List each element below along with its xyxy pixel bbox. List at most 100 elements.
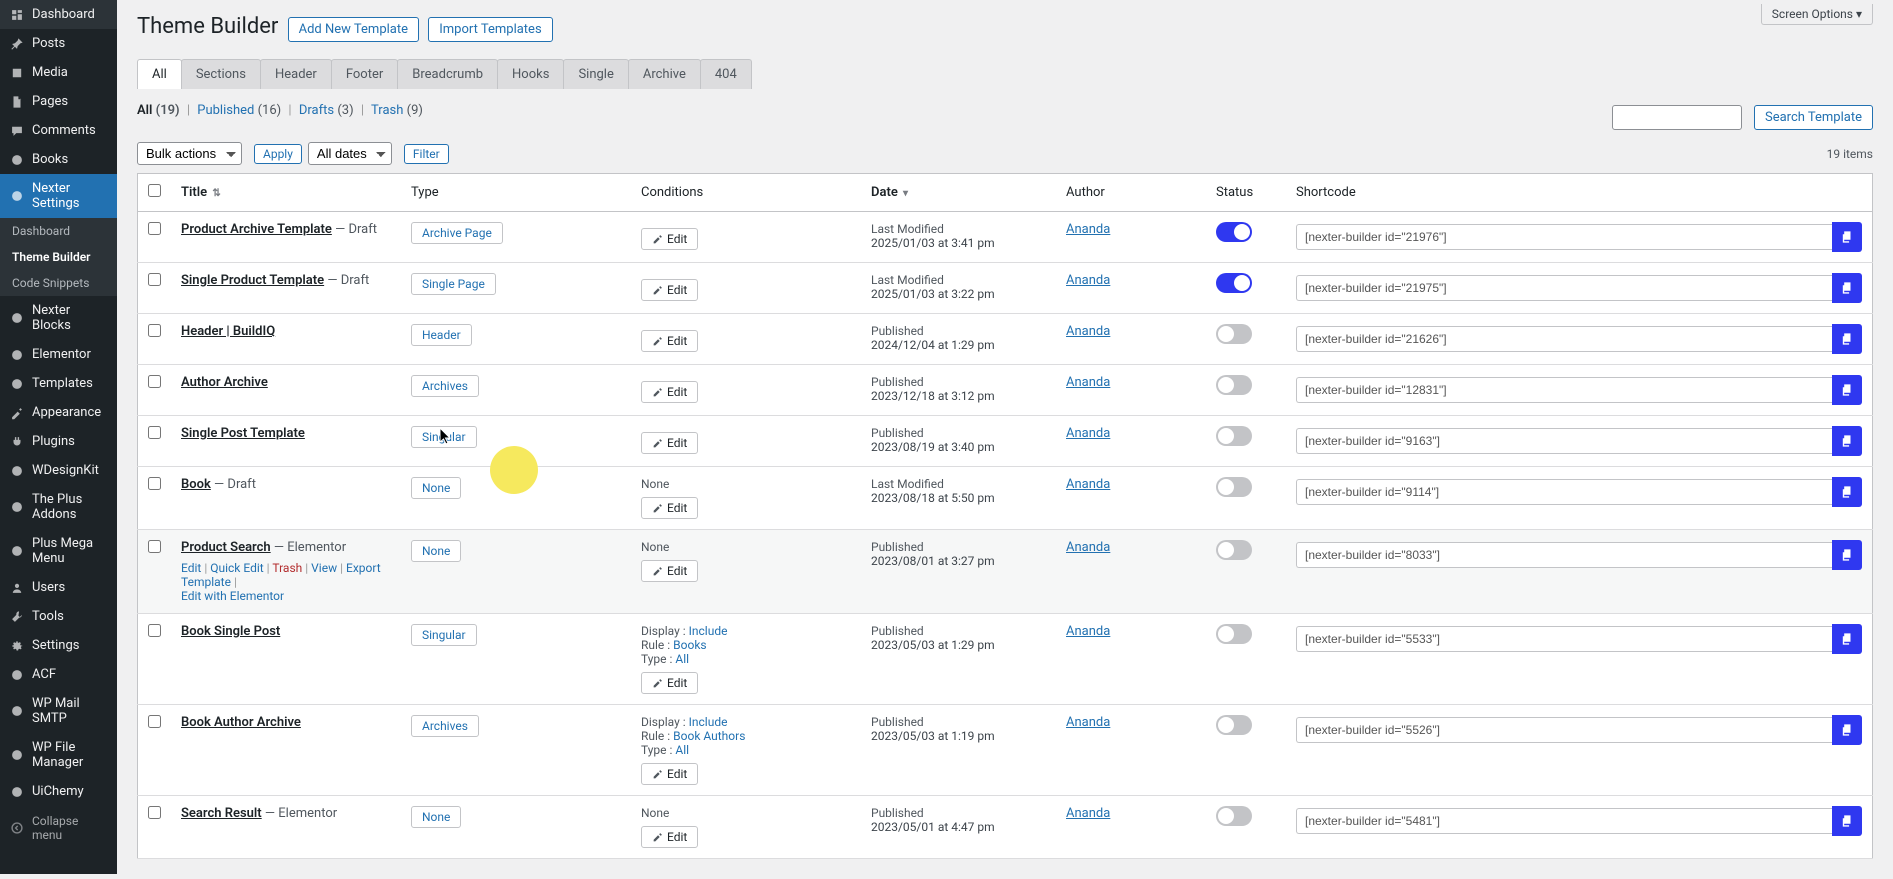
shortcode-input[interactable] xyxy=(1296,626,1832,652)
type-badge[interactable]: Singular xyxy=(411,624,477,646)
author-link[interactable]: Ananda xyxy=(1066,375,1110,390)
edit-conditions-button[interactable]: Edit xyxy=(641,672,698,694)
type-badge[interactable]: Archives xyxy=(411,375,479,397)
type-badge[interactable]: Header xyxy=(411,324,472,346)
row-edit-link[interactable]: Edit xyxy=(181,561,201,575)
tab-404[interactable]: 404 xyxy=(700,59,752,89)
template-title-link[interactable]: Book xyxy=(181,477,211,492)
sidebar-subitem-dashboard[interactable]: Dashboard xyxy=(0,218,117,244)
sidebar-item-users[interactable]: Users xyxy=(0,573,117,602)
author-link[interactable]: Ananda xyxy=(1066,715,1110,730)
row-checkbox[interactable] xyxy=(148,222,161,235)
template-title-link[interactable]: Search Result xyxy=(181,806,262,821)
filter-trash-link[interactable]: Trash xyxy=(371,103,403,118)
edit-conditions-button[interactable]: Edit xyxy=(641,826,698,848)
edit-conditions-button[interactable]: Edit xyxy=(641,330,698,352)
template-title-link[interactable]: Header | BuildIQ xyxy=(181,324,275,339)
template-title-link[interactable]: Book Author Archive xyxy=(181,715,301,730)
shortcode-input[interactable] xyxy=(1296,377,1832,403)
sidebar-item-comments[interactable]: Comments xyxy=(0,116,117,145)
row-trash-link[interactable]: Trash xyxy=(272,561,302,575)
row-checkbox[interactable] xyxy=(148,324,161,337)
status-toggle[interactable] xyxy=(1216,426,1252,446)
sidebar-item-settings[interactable]: Settings xyxy=(0,631,117,660)
edit-conditions-button[interactable]: Edit xyxy=(641,381,698,403)
sidebar-item-pages[interactable]: Pages xyxy=(0,87,117,116)
copy-shortcode-button[interactable] xyxy=(1832,375,1862,405)
edit-conditions-button[interactable]: Edit xyxy=(641,560,698,582)
bulk-actions-select[interactable]: Bulk actions xyxy=(137,142,242,165)
row-checkbox[interactable] xyxy=(148,806,161,819)
status-toggle[interactable] xyxy=(1216,273,1252,293)
shortcode-input[interactable] xyxy=(1296,275,1832,301)
status-toggle[interactable] xyxy=(1216,624,1252,644)
filter-button[interactable]: Filter xyxy=(404,144,449,164)
status-toggle[interactable] xyxy=(1216,222,1252,242)
type-badge[interactable]: Archives xyxy=(411,715,479,737)
edit-conditions-button[interactable]: Edit xyxy=(641,763,698,785)
author-link[interactable]: Ananda xyxy=(1066,426,1110,441)
screen-options-button[interactable]: Screen Options ▾ xyxy=(1761,4,1873,25)
sidebar-item-the-plus-addons[interactable]: The Plus Addons xyxy=(0,485,117,529)
template-title-link[interactable]: Book Single Post xyxy=(181,624,280,639)
filter-drafts-link[interactable]: Drafts xyxy=(299,103,334,118)
sidebar-item-wp-file-manager[interactable]: WP File Manager xyxy=(0,733,117,777)
sidebar-item-nexter-blocks[interactable]: Nexter Blocks xyxy=(0,296,117,340)
author-link[interactable]: Ananda xyxy=(1066,624,1110,639)
status-toggle[interactable] xyxy=(1216,715,1252,735)
template-title-link[interactable]: Single Product Template xyxy=(181,273,324,288)
copy-shortcode-button[interactable] xyxy=(1832,273,1862,303)
copy-shortcode-button[interactable] xyxy=(1832,426,1862,456)
row-checkbox[interactable] xyxy=(148,273,161,286)
tab-hooks[interactable]: Hooks xyxy=(497,59,564,89)
row-view-link[interactable]: View xyxy=(311,561,337,575)
template-title-link[interactable]: Single Post Template xyxy=(181,426,305,441)
sidebar-item-uichemy[interactable]: UiChemy xyxy=(0,777,117,806)
status-toggle[interactable] xyxy=(1216,375,1252,395)
type-badge[interactable]: None xyxy=(411,540,461,562)
shortcode-input[interactable] xyxy=(1296,224,1832,250)
sidebar-item-wp-mail-smtp[interactable]: WP Mail SMTP xyxy=(0,689,117,733)
search-input[interactable] xyxy=(1612,105,1742,130)
sidebar-item-acf[interactable]: ACF xyxy=(0,660,117,689)
sidebar-item-tools[interactable]: Tools xyxy=(0,602,117,631)
row-checkbox[interactable] xyxy=(148,477,161,490)
row-checkbox[interactable] xyxy=(148,540,161,553)
tab-footer[interactable]: Footer xyxy=(331,59,398,89)
sidebar-item-elementor[interactable]: Elementor xyxy=(0,340,117,369)
column-date[interactable]: Date ▾ xyxy=(861,174,1056,212)
edit-conditions-button[interactable]: Edit xyxy=(641,497,698,519)
import-templates-button[interactable]: Import Templates xyxy=(428,17,552,42)
shortcode-input[interactable] xyxy=(1296,542,1832,568)
author-link[interactable]: Ananda xyxy=(1066,540,1110,555)
filter-published-link[interactable]: Published xyxy=(197,103,254,118)
status-toggle[interactable] xyxy=(1216,477,1252,497)
shortcode-input[interactable] xyxy=(1296,326,1832,352)
copy-shortcode-button[interactable] xyxy=(1832,222,1862,252)
shortcode-input[interactable] xyxy=(1296,808,1832,834)
type-badge[interactable]: None xyxy=(411,477,461,499)
copy-shortcode-button[interactable] xyxy=(1832,324,1862,354)
date-filter-select[interactable]: All dates xyxy=(308,142,392,165)
sidebar-item-media[interactable]: Media xyxy=(0,58,117,87)
row-checkbox[interactable] xyxy=(148,375,161,388)
copy-shortcode-button[interactable] xyxy=(1832,806,1862,836)
column-title[interactable]: Title ⇅ xyxy=(171,174,401,212)
add-new-template-button[interactable]: Add New Template xyxy=(288,17,419,42)
sidebar-item-nexter-settings[interactable]: Nexter Settings xyxy=(0,174,117,218)
edit-conditions-button[interactable]: Edit xyxy=(641,228,698,250)
row-edit-elementor-link[interactable]: Edit with Elementor xyxy=(181,589,284,603)
sidebar-item-dashboard[interactable]: Dashboard xyxy=(0,0,117,29)
row-checkbox[interactable] xyxy=(148,624,161,637)
row-quick-edit-link[interactable]: Quick Edit xyxy=(210,561,263,575)
edit-conditions-button[interactable]: Edit xyxy=(641,432,698,454)
sidebar-item-wdesignkit[interactable]: WDesignKit xyxy=(0,456,117,485)
template-title-link[interactable]: Product Archive Template xyxy=(181,222,332,237)
row-checkbox[interactable] xyxy=(148,426,161,439)
sidebar-subitem-code-snippets[interactable]: Code Snippets xyxy=(0,270,117,296)
author-link[interactable]: Ananda xyxy=(1066,806,1110,821)
sidebar-item-appearance[interactable]: Appearance xyxy=(0,398,117,427)
search-button[interactable]: Search Template xyxy=(1754,105,1873,130)
type-badge[interactable]: None xyxy=(411,806,461,828)
tab-single[interactable]: Single xyxy=(563,59,628,89)
